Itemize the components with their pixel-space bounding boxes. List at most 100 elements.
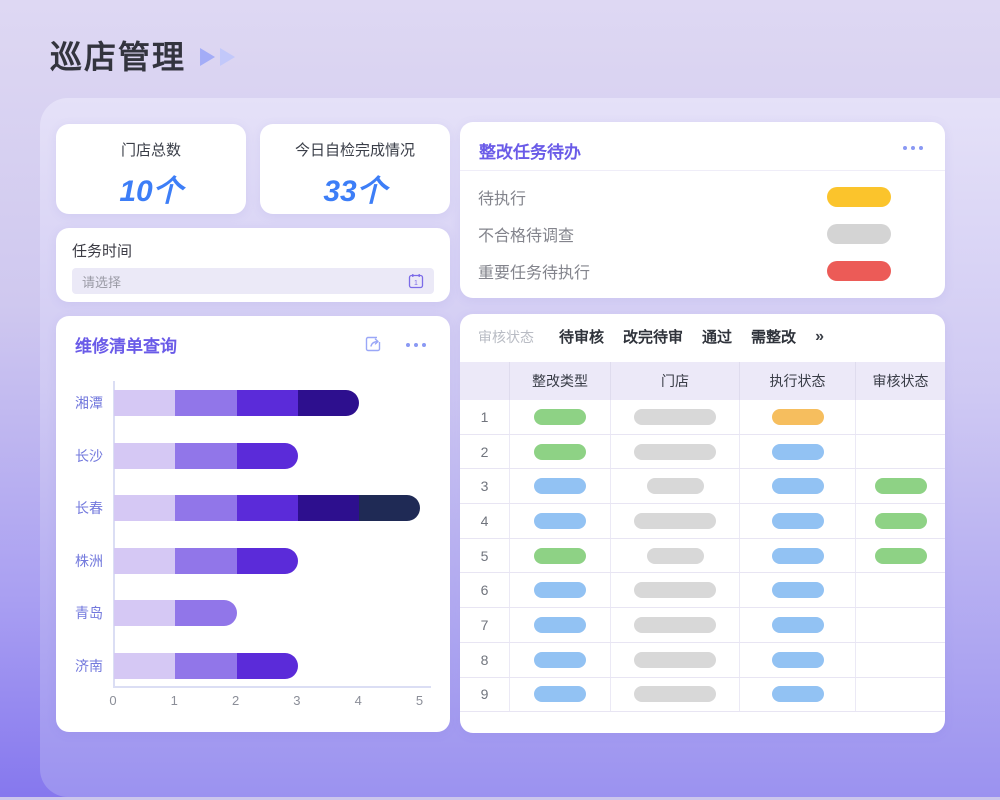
row-number: 6 bbox=[481, 582, 489, 598]
bar-row: 湘潭 bbox=[56, 390, 450, 416]
status-pill bbox=[534, 652, 586, 668]
stat-value: 10个 bbox=[56, 166, 246, 210]
placeholder-pill bbox=[634, 444, 716, 460]
filter-more-chevron-icon[interactable]: » bbox=[815, 328, 824, 346]
bar-segment[interactable] bbox=[114, 443, 175, 469]
bar-segment[interactable] bbox=[175, 495, 236, 521]
filter-option[interactable]: 需整改 bbox=[751, 326, 796, 347]
play-arrow-icon bbox=[220, 48, 235, 66]
bar-category-label: 长沙 bbox=[56, 443, 103, 469]
filter-label: 审核状态 bbox=[478, 327, 534, 347]
filter-option[interactable]: 改完待审 bbox=[623, 326, 683, 347]
svg-text:1: 1 bbox=[414, 280, 418, 287]
task-time-card: 任务时间 请选择 1 bbox=[56, 228, 450, 302]
review-status-filter: 审核状态 待审核改完待审通过需整改 » bbox=[478, 326, 824, 347]
share-icon[interactable] bbox=[363, 334, 384, 355]
bar-segment[interactable] bbox=[114, 495, 175, 521]
status-pill bbox=[875, 513, 927, 529]
bar-category-label: 湘潭 bbox=[56, 390, 103, 416]
table-header-row: 整改类型门店执行状态审核状态 bbox=[460, 362, 945, 400]
bar-segment[interactable] bbox=[298, 390, 359, 416]
status-pill bbox=[772, 686, 824, 702]
status-pill bbox=[875, 478, 927, 494]
calendar-icon[interactable]: 1 bbox=[408, 273, 424, 289]
bar-segment[interactable] bbox=[175, 653, 236, 679]
placeholder-pill bbox=[634, 652, 716, 668]
placeholder-pill bbox=[647, 478, 704, 494]
bar-segment[interactable] bbox=[175, 548, 236, 574]
x-axis-tick: 1 bbox=[162, 693, 186, 708]
table-row[interactable]: 8 bbox=[460, 643, 945, 678]
ellipsis-menu-icon[interactable] bbox=[903, 146, 923, 150]
filter-option[interactable]: 待审核 bbox=[559, 326, 604, 347]
placeholder-pill bbox=[634, 686, 716, 702]
bar-category-label: 长春 bbox=[56, 495, 103, 521]
bar-segment[interactable] bbox=[114, 600, 175, 626]
stat-label: 今日自检完成情况 bbox=[260, 139, 450, 160]
table-row[interactable]: 9 bbox=[460, 678, 945, 713]
todo-panel-title: 整改任务待办 bbox=[479, 138, 581, 163]
status-pill bbox=[534, 686, 586, 702]
todo-count-pill bbox=[827, 187, 891, 207]
todo-item[interactable]: 待执行 bbox=[460, 178, 945, 215]
status-pill bbox=[534, 548, 586, 564]
todo-item-label: 不合格待调查 bbox=[478, 222, 574, 246]
table-row[interactable]: 2 bbox=[460, 435, 945, 470]
todo-count-pill bbox=[827, 261, 891, 281]
bar-segment[interactable] bbox=[237, 443, 298, 469]
x-axis-line bbox=[113, 686, 431, 688]
bar-row: 长春 bbox=[56, 495, 450, 521]
table-row[interactable]: 5 bbox=[460, 539, 945, 574]
row-number: 8 bbox=[481, 652, 489, 668]
table-row[interactable]: 7 bbox=[460, 608, 945, 643]
bar-segment[interactable] bbox=[298, 495, 359, 521]
bar-category-label: 青岛 bbox=[56, 600, 103, 626]
x-axis-tick: 2 bbox=[224, 693, 248, 708]
bar-segment[interactable] bbox=[237, 495, 298, 521]
status-pill bbox=[534, 444, 586, 460]
stat-card-self-check: 今日自检完成情况 33个 bbox=[260, 124, 450, 214]
date-placeholder: 请选择 bbox=[82, 272, 408, 291]
rectification-todo-card: 整改任务待办 待执行不合格待调查重要任务待执行 bbox=[460, 122, 945, 298]
filter-option[interactable]: 通过 bbox=[702, 326, 732, 347]
row-number: 1 bbox=[481, 409, 489, 425]
ellipsis-menu-icon[interactable] bbox=[406, 343, 426, 347]
todo-item-label: 重要任务待执行 bbox=[478, 259, 590, 283]
table-row[interactable]: 6 bbox=[460, 573, 945, 608]
todo-list: 待执行不合格待调查重要任务待执行 bbox=[460, 178, 945, 289]
bar-segment[interactable] bbox=[114, 653, 175, 679]
todo-item[interactable]: 不合格待调查 bbox=[460, 215, 945, 252]
bar-segment[interactable] bbox=[114, 548, 175, 574]
status-pill bbox=[534, 582, 586, 598]
status-pill bbox=[772, 652, 824, 668]
bar-segment[interactable] bbox=[175, 600, 236, 626]
table-body: 1 2 3 45 6 7 8 9 bbox=[460, 400, 945, 712]
play-arrow-icon bbox=[200, 48, 215, 66]
bar-segment[interactable] bbox=[237, 390, 298, 416]
placeholder-pill bbox=[647, 548, 704, 564]
todo-item[interactable]: 重要任务待执行 bbox=[460, 252, 945, 289]
bar-segment[interactable] bbox=[237, 653, 298, 679]
placeholder-pill bbox=[634, 582, 716, 598]
bar-row: 青岛 bbox=[56, 600, 450, 626]
table-row[interactable]: 1 bbox=[460, 400, 945, 435]
bar-segment[interactable] bbox=[114, 390, 175, 416]
row-number: 3 bbox=[481, 478, 489, 494]
row-number: 7 bbox=[481, 617, 489, 633]
bar-segment[interactable] bbox=[237, 548, 298, 574]
table-row[interactable]: 4 bbox=[460, 504, 945, 539]
placeholder-pill bbox=[634, 409, 716, 425]
table-column-header bbox=[460, 362, 509, 400]
bar-segment[interactable] bbox=[175, 443, 236, 469]
date-picker-input[interactable]: 请选择 1 bbox=[72, 268, 434, 294]
stat-card-total-stores: 门店总数 10个 bbox=[56, 124, 246, 214]
status-pill bbox=[772, 444, 824, 460]
table-row[interactable]: 3 bbox=[460, 469, 945, 504]
bar-segment[interactable] bbox=[175, 390, 236, 416]
bar-segment[interactable] bbox=[359, 495, 420, 521]
x-axis-tick: 4 bbox=[346, 693, 370, 708]
bar-row: 济南 bbox=[56, 653, 450, 679]
status-pill bbox=[772, 548, 824, 564]
page-header: 巡店管理 bbox=[50, 32, 235, 78]
table-column-header: 执行状态 bbox=[739, 362, 855, 400]
